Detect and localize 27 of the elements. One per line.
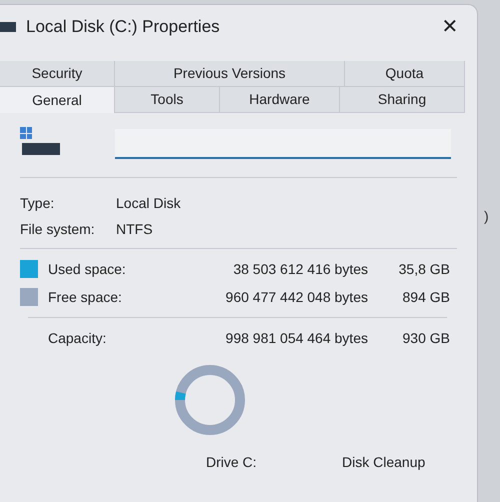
field-label: Free space:: [48, 288, 123, 307]
field-label: Capacity:: [48, 328, 108, 348]
tab[interactable]: Tools: [115, 87, 220, 113]
disk-cleanup-button[interactable]: Disk Cleanup: [336, 450, 432, 475]
field-value: NTFS: [116, 220, 153, 238]
field-value: 38 503 612 416 bytes: [232, 260, 368, 279]
tab[interactable]: Previous Versions: [115, 61, 345, 87]
background-text: ): [484, 207, 489, 226]
field-value: 894 GB: [402, 288, 450, 306]
field-label: Type:: [20, 194, 56, 213]
field-label: Used space:: [48, 260, 127, 279]
name-field[interactable]: [115, 129, 451, 159]
close-button[interactable]: ✕: [435, 12, 465, 42]
field-value: Local Disk: [116, 194, 181, 212]
tab[interactable]: Hardware: [220, 87, 340, 113]
field-value: 960 477 442 048 bytes: [224, 288, 368, 307]
tab[interactable]: Security: [0, 61, 115, 87]
tab[interactable]: Sharing: [340, 87, 465, 113]
field-value: 930 GB: [402, 328, 450, 348]
drive-icon: [0, 22, 16, 32]
field-value: 35,8 GB: [398, 260, 450, 278]
drive-label: Drive C:: [206, 453, 258, 472]
field-label: File system:: [20, 220, 96, 239]
tab[interactable]: General: [0, 87, 115, 113]
tab[interactable]: Quota: [345, 61, 465, 87]
window-title: Local Disk (C:) Properties: [26, 16, 221, 38]
field-value: 998 981 054 464 bytes: [224, 328, 368, 348]
